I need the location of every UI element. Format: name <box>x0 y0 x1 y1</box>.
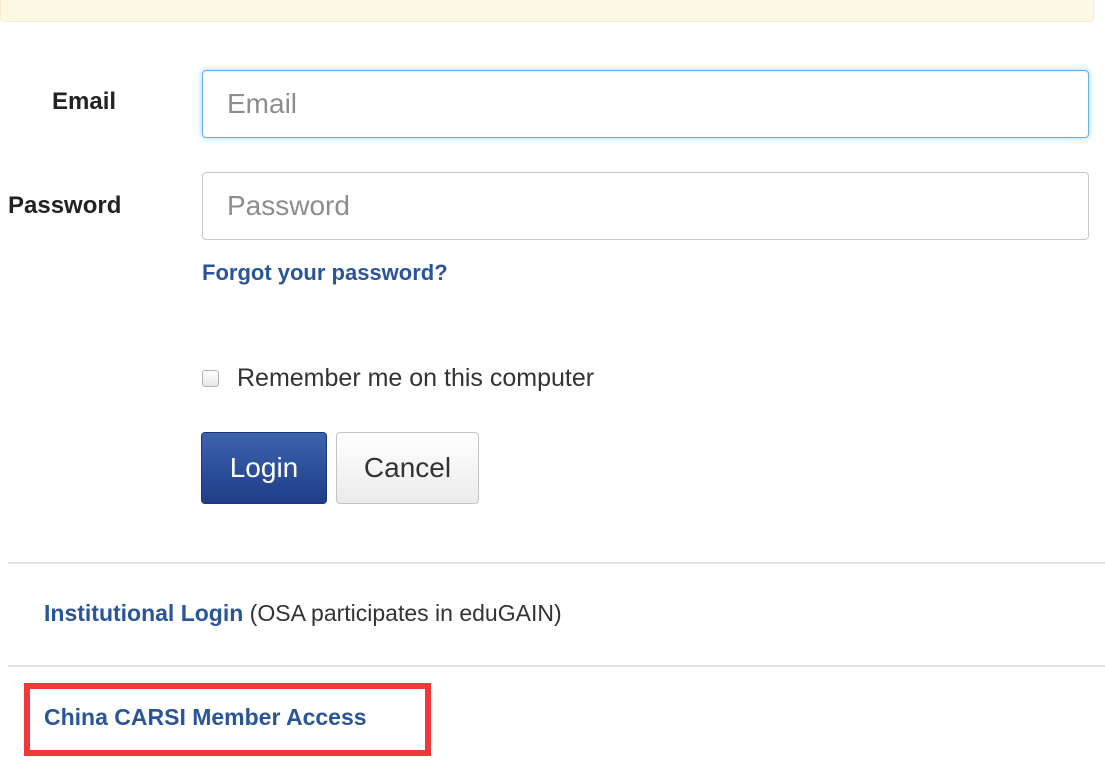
forgot-password-link[interactable]: Forgot your password? <box>202 260 448 286</box>
carsi-member-access-link[interactable]: China CARSI Member Access <box>44 704 367 731</box>
login-button[interactable]: Login <box>201 432 327 504</box>
remember-me-label[interactable]: Remember me on this computer <box>237 364 594 393</box>
remember-me-checkbox[interactable] <box>202 370 219 387</box>
remember-me-row[interactable]: Remember me on this computer <box>202 364 594 393</box>
divider <box>8 665 1105 667</box>
password-label: Password <box>8 192 122 219</box>
institutional-login-row: Institutional Login (OSA participates in… <box>44 600 562 627</box>
cancel-button[interactable]: Cancel <box>336 432 479 504</box>
email-field[interactable] <box>202 70 1089 138</box>
institutional-note: (OSA participates in eduGAIN) <box>243 600 562 626</box>
login-page: Email Password Forgot your password? Rem… <box>0 0 1105 760</box>
password-field[interactable] <box>202 172 1089 240</box>
notice-banner <box>0 0 1094 22</box>
divider <box>8 562 1105 564</box>
institutional-login-link[interactable]: Institutional Login <box>44 600 243 626</box>
email-label: Email <box>52 88 117 115</box>
